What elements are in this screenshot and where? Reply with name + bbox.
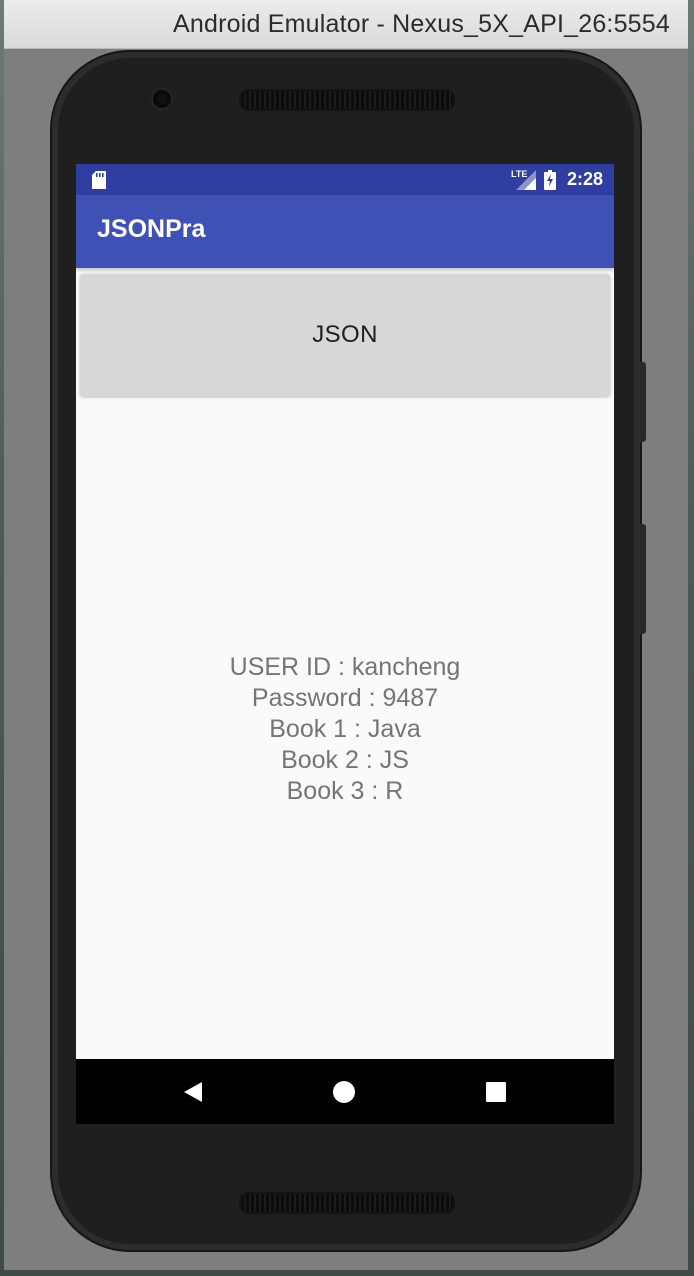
- app-bar: JSONPra: [76, 195, 614, 268]
- device-screen: LTE 2:28 JSONPra JSON USER ID : kancheng…: [76, 164, 614, 1124]
- json-result-text: USER ID : kancheng Password : 9487 Book …: [76, 652, 614, 807]
- cell-signal-icon: [516, 170, 536, 190]
- status-time: 2:28: [566, 169, 603, 189]
- front-camera: [153, 90, 171, 108]
- power-key[interactable]: [640, 362, 646, 442]
- app-title: JSONPra: [97, 215, 206, 243]
- top-speaker: [239, 89, 455, 111]
- back-icon[interactable]: [176, 1075, 210, 1109]
- desktop-background: Android Emulator - Nexus_5X_API_26:5554 …: [0, 0, 694, 1276]
- navigation-bar: [76, 1059, 614, 1124]
- sd-card-icon: [92, 171, 106, 189]
- status-bar: LTE 2:28: [76, 164, 614, 195]
- result-line-user-id: USER ID : kancheng: [229, 653, 461, 681]
- window-title: Android Emulator - Nexus_5X_API_26:5554: [173, 10, 670, 38]
- volume-key[interactable]: [640, 524, 646, 634]
- json-button[interactable]: JSON: [80, 274, 610, 396]
- recents-icon[interactable]: [479, 1075, 513, 1109]
- result-line-password: Password : 9487: [251, 684, 439, 712]
- result-line-book-1: Book 1 : Java: [269, 715, 421, 743]
- home-icon[interactable]: [327, 1075, 361, 1109]
- result-line-book-3: Book 3 : R: [286, 777, 404, 805]
- bottom-speaker: [239, 1192, 455, 1214]
- window-title-bar[interactable]: Android Emulator - Nexus_5X_API_26:5554: [4, 0, 688, 49]
- battery-charging-icon: [544, 170, 556, 190]
- result-line-book-2: Book 2 : JS: [281, 746, 409, 774]
